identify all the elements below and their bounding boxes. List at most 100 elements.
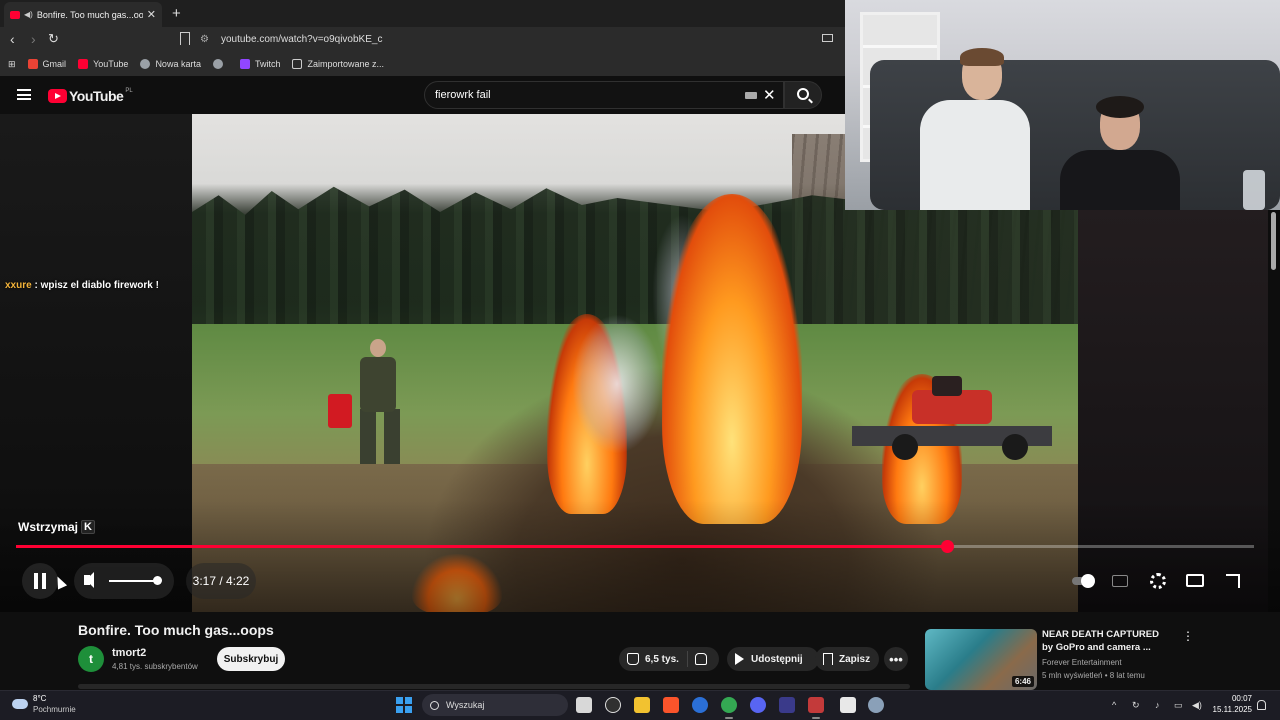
site-info-icon[interactable]: ⚙ — [200, 34, 209, 45]
save-button[interactable]: Zapisz — [815, 647, 879, 671]
channel-name[interactable]: tmort2 — [112, 647, 146, 659]
bookmark-new-tab[interactable]: Nowa karta — [140, 59, 201, 69]
back-icon[interactable]: ‹ — [10, 31, 15, 47]
time-display: 3:17 / 4:22 — [186, 563, 256, 599]
recommended-channel[interactable]: Forever Entertainment — [1042, 658, 1122, 667]
tray-overflow-icon[interactable]: ^ — [1112, 700, 1116, 710]
like-count[interactable]: 6,5 tys. — [645, 654, 679, 665]
settings-button[interactable] — [1147, 570, 1169, 592]
screen: ◀) Bonfire. Too much gas...oops ✕ + ‹ › … — [0, 0, 1280, 720]
progress-scrubber[interactable] — [940, 540, 954, 553]
weather-temperature[interactable]: 8°C — [33, 694, 46, 703]
forward-icon[interactable]: › — [31, 31, 36, 47]
video-title: Bonfire. Too much gas...oops — [78, 622, 274, 638]
sync-icon[interactable]: ↻ — [1132, 700, 1140, 711]
volume-slider[interactable] — [109, 580, 157, 582]
recommended-menu-icon[interactable]: ⋮ — [1182, 629, 1194, 643]
taskbar: 8°C Pochmurnie Wyszukaj ^ ↻ ♪ ▭ ◀) 00:07… — [0, 690, 1280, 720]
cast-icon[interactable] — [822, 34, 833, 42]
clock-date[interactable]: 15.11.2025 — [1208, 705, 1252, 714]
cloud-icon[interactable] — [12, 699, 28, 709]
browser-tab[interactable]: ◀) Bonfire. Too much gas...oops ✕ — [4, 2, 162, 27]
task-view-icon[interactable] — [576, 697, 592, 713]
app-icon[interactable] — [779, 697, 795, 713]
settings-app-icon[interactable] — [868, 697, 884, 713]
theater-icon — [1186, 574, 1204, 587]
subscribe-button[interactable]: Subskrybuj — [217, 647, 285, 671]
url-field[interactable]: ⚙ youtube.com/watch?v=o9qivobKE_c — [200, 30, 840, 49]
save-label: Zapisz — [839, 653, 871, 665]
search-query: fierowrk fail — [435, 89, 491, 101]
bookmark-twitch[interactable]: Twitch — [239, 59, 280, 69]
microphone-icon[interactable]: ♪ — [1155, 700, 1160, 710]
close-tab-icon[interactable]: ✕ — [147, 8, 156, 21]
start-button[interactable] — [396, 697, 412, 713]
menu-icon[interactable] — [17, 89, 31, 100]
bookmarks-bar: ⊞ Gmail YouTube Nowa karta Twitch Zaimpo… — [0, 52, 845, 76]
youtube-play-icon — [48, 89, 67, 103]
pause-button[interactable] — [22, 563, 58, 599]
brave-icon[interactable] — [663, 697, 679, 713]
progress-bar[interactable] — [16, 540, 1254, 553]
edge-icon[interactable] — [692, 697, 708, 713]
bottle — [1243, 170, 1265, 210]
clear-search-icon[interactable]: ✕ — [763, 86, 776, 104]
github-icon[interactable] — [605, 697, 621, 713]
file-explorer-icon[interactable] — [634, 697, 650, 713]
apps-grid-icon[interactable]: ⊞ — [8, 59, 16, 70]
volume-icon[interactable] — [84, 572, 94, 588]
tooltip-key: K — [81, 519, 95, 534]
bookmark-folder-imported[interactable]: Zaimportowane z... — [292, 59, 384, 69]
progress-played — [16, 545, 947, 548]
bookmark-gmail[interactable]: Gmail — [27, 59, 66, 69]
speaker-icon[interactable]: ◀) — [1192, 700, 1202, 711]
network-icon[interactable]: ▭ — [1174, 700, 1183, 711]
discord-icon[interactable] — [750, 697, 766, 713]
browser-tab-bar: ◀) Bonfire. Too much gas...oops ✕ + — [0, 0, 845, 27]
search-icon — [430, 700, 439, 710]
theater-mode-button[interactable] — [1184, 570, 1206, 592]
audio-playing-icon[interactable]: ◀) — [24, 10, 33, 19]
youtube-logo[interactable]: YouTube PL — [48, 88, 133, 104]
reload-icon[interactable]: ↻ — [48, 31, 59, 47]
chrome-icon[interactable] — [721, 697, 737, 719]
bookmark-youtube[interactable]: YouTube — [78, 59, 128, 69]
youtube-favicon-icon — [10, 10, 20, 19]
keyboard-icon[interactable] — [745, 92, 757, 99]
taskbar-search[interactable]: Wyszukaj — [422, 694, 568, 716]
youtube-header: YouTube PL fierowrk fail ✕ — [0, 76, 845, 114]
clock-time[interactable]: 00:07 — [1228, 694, 1252, 703]
notification-icon[interactable] — [1257, 700, 1266, 710]
volume-knob[interactable] — [153, 576, 162, 585]
document-icon[interactable] — [840, 697, 856, 713]
subscriber-count: 4,81 tys. subskrybentów — [112, 662, 198, 671]
description-box-edge[interactable] — [78, 684, 910, 689]
new-tab-button[interactable]: + — [172, 5, 181, 22]
scrollbar-thumb[interactable] — [1271, 212, 1276, 270]
recommended-duration: 6:46 — [1011, 676, 1034, 687]
like-icon[interactable] — [627, 653, 639, 665]
chat-text: : wpisz el diablo firework ! — [31, 280, 159, 291]
subtitles-button[interactable] — [1110, 570, 1132, 592]
recommended-title[interactable]: NEAR DEATH CAPTURED by GoPro and camera … — [1042, 628, 1172, 654]
tab-title: Bonfire. Too much gas...oops — [36, 9, 143, 20]
gmail-icon — [27, 59, 38, 69]
dislike-icon[interactable] — [695, 653, 707, 665]
folder-icon — [292, 59, 303, 69]
search-button[interactable] — [784, 81, 822, 109]
autoplay-toggle[interactable] — [1072, 570, 1095, 592]
search-input[interactable]: fierowrk fail — [424, 81, 784, 109]
weather-description[interactable]: Pochmurnie — [33, 705, 76, 714]
streamer-left — [920, 48, 1030, 210]
media-app-icon[interactable] — [808, 697, 824, 719]
recommended-thumbnail[interactable]: 6:46 — [925, 629, 1037, 690]
channel-avatar[interactable]: t — [78, 646, 104, 672]
more-actions-button[interactable]: ••• — [884, 647, 908, 671]
bookmark-globe[interactable] — [212, 59, 228, 69]
twitch-icon — [239, 59, 250, 69]
bookmark-icon[interactable] — [180, 32, 190, 45]
volume-control[interactable] — [74, 563, 174, 599]
webcam-overlay — [845, 0, 1280, 210]
share-button[interactable]: Udostępnij — [727, 647, 819, 671]
fullscreen-button[interactable] — [1222, 570, 1244, 592]
